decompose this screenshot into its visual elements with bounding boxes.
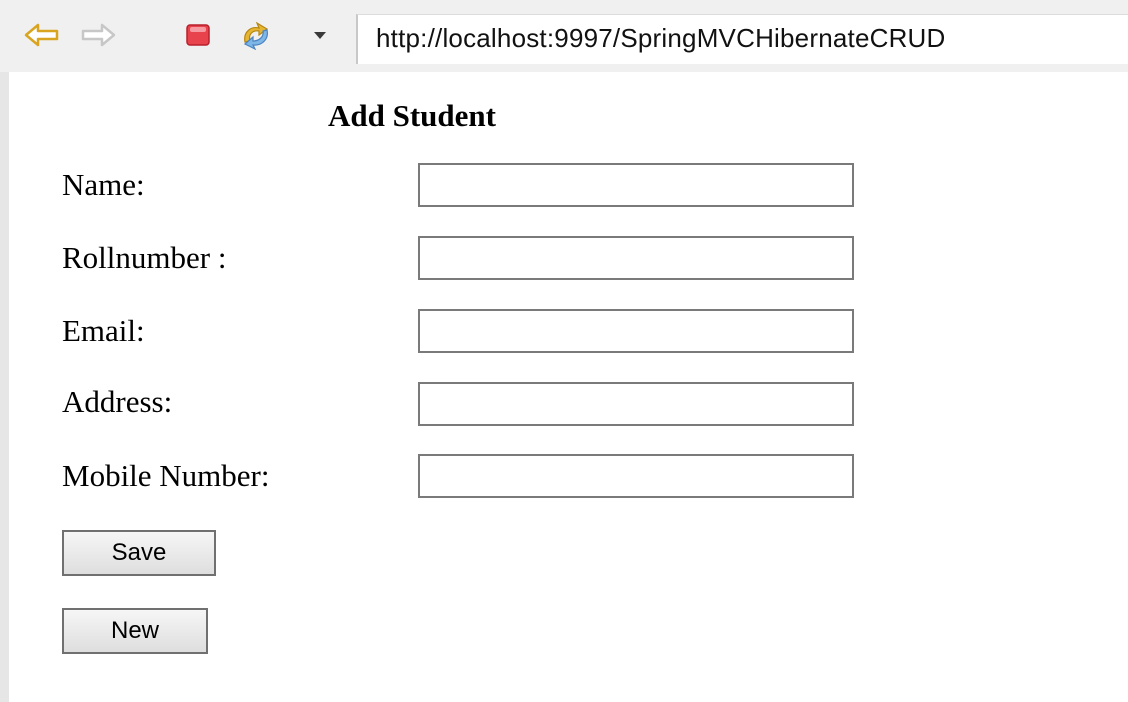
page-left-border xyxy=(0,72,9,702)
name-label: Name: xyxy=(62,167,145,202)
address-label: Address: xyxy=(62,384,173,419)
mobile-number-label: Mobile Number: xyxy=(62,458,270,493)
url-text: http://localhost:9997/SpringMVCHibernate… xyxy=(376,23,946,53)
new-button[interactable]: New xyxy=(62,608,208,654)
stop-button[interactable] xyxy=(178,16,218,54)
form-title: Add Student xyxy=(328,98,496,133)
history-dropdown-button[interactable] xyxy=(300,16,340,54)
page-content: Add Student Name: Rollnumber : Email: Ad… xyxy=(0,72,1128,702)
forward-button[interactable] xyxy=(78,16,118,54)
arrow-right-icon xyxy=(81,23,116,47)
stop-icon xyxy=(186,24,210,46)
back-button[interactable] xyxy=(22,16,62,54)
rollnumber-input[interactable] xyxy=(418,236,854,280)
email-input[interactable] xyxy=(418,309,854,353)
address-input[interactable] xyxy=(418,382,854,426)
email-label: Email: xyxy=(62,313,145,348)
refresh-icon xyxy=(243,21,269,50)
chevron-down-icon xyxy=(314,32,326,39)
save-button[interactable]: Save xyxy=(62,530,216,576)
refresh-button[interactable] xyxy=(236,16,276,54)
address-bar[interactable]: http://localhost:9997/SpringMVCHibernate… xyxy=(356,14,1128,64)
mobile-number-input[interactable] xyxy=(418,454,854,498)
rollnumber-label: Rollnumber : xyxy=(62,240,227,275)
arrow-left-icon xyxy=(24,23,59,47)
browser-toolbar: http://localhost:9997/SpringMVCHibernate… xyxy=(0,0,1128,72)
name-input[interactable] xyxy=(418,163,854,207)
